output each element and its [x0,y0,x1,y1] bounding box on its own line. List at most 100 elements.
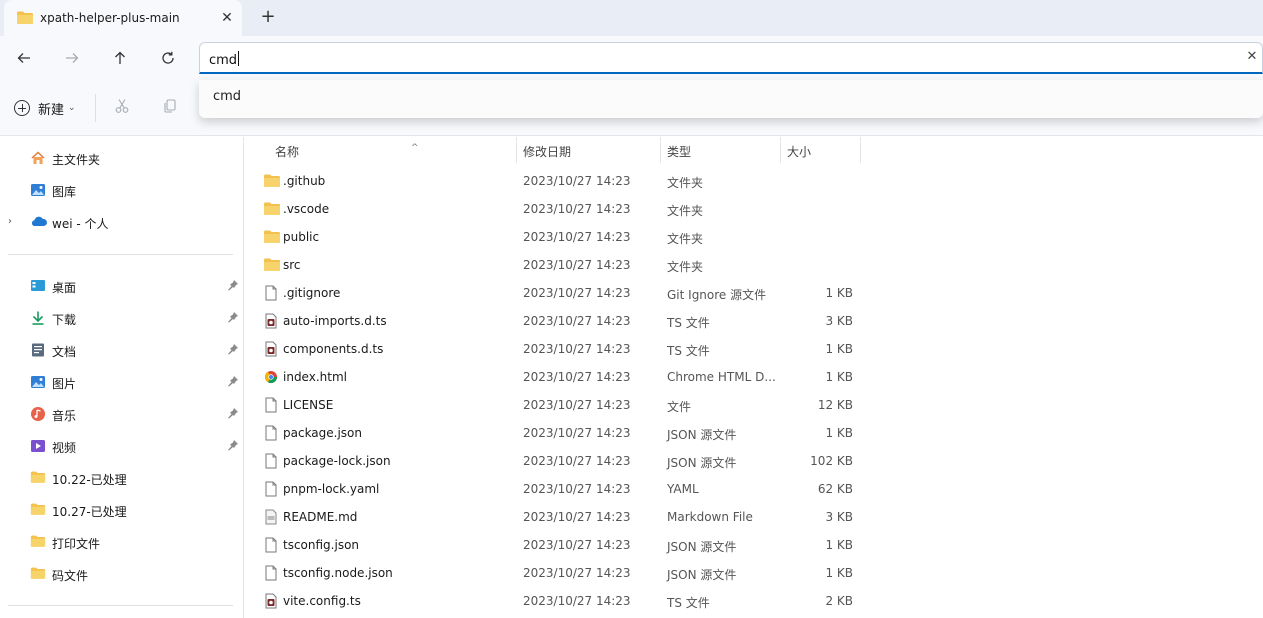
sidebar-item-label: 图片 [52,377,77,391]
file-type: 文件夹 [667,232,704,246]
sidebar-item-gallery[interactable]: 图库 [0,176,243,204]
file-name: .gitignore [283,286,341,300]
file-icon [263,453,279,469]
file-type: YAML [667,482,699,496]
file-row[interactable]: package-lock.json 2023/10/27 14:23 JSON 源文… [254,447,854,475]
sidebar-item-label: 主文件夹 [52,153,101,167]
column-header-type[interactable]: 类型 [660,137,780,163]
sidebar-item-print-files[interactable]: 打印文件 [0,528,243,556]
toolbar-divider [95,94,96,122]
file-icon [263,537,279,553]
sidebar-item-videos[interactable]: 视频 [0,432,243,460]
file-row[interactable]: LICENSE 2023/10/27 14:23 文件 12 KB [254,391,854,419]
new-button[interactable]: 新建 ⌄ [14,96,76,120]
refresh-button[interactable] [154,45,182,71]
file-name: index.html [283,370,347,384]
file-row[interactable]: index.html 2023/10/27 14:23 Chrome HTML D.… [254,363,854,391]
tab-title: xpath-helper-plus-main [40,11,180,25]
navigation-pane: 主文件夹 图库 › wei - 个人 桌面 下载 文档 图片 音乐 视频 10.… [0,137,244,618]
file-row[interactable]: components.d.ts 2023/10/27 14:23 TS 文件 1 KB [254,335,854,363]
file-size: 1 KB [825,286,853,300]
file-row[interactable]: auto-imports.d.ts 2023/10/27 14:23 TS 文件 3 … [254,307,854,335]
sidebar-item-label: wei - 个人 [52,217,109,231]
plus-circle-icon [14,100,30,116]
file-row[interactable]: pnpm-lock.yaml 2023/10/27 14:23 YAML 62 KB [254,475,854,503]
address-suggestions: cmd [199,80,1263,118]
new-tab-button[interactable]: + [258,7,278,27]
file-row[interactable]: .github 2023/10/27 14:23 文件夹 [254,167,854,195]
file-date: 2023/10/27 14:23 [523,454,631,468]
file-size: 3 KB [825,510,853,524]
sidebar-item-documents[interactable]: 文档 [0,336,243,364]
sidebar-item-home[interactable]: 主文件夹 [0,144,243,172]
sidebar-item-desktop[interactable]: 桌面 [0,272,243,300]
sidebar-item-onedrive[interactable]: › wei - 个人 [0,208,243,236]
copy-icon[interactable] [160,98,180,118]
sidebar-item-label: 打印文件 [52,537,101,551]
sidebar-item-folder-1022[interactable]: 10.22-已处理 [0,464,243,492]
address-input[interactable]: cmd [209,51,240,68]
sidebar-item-downloads[interactable]: 下载 [0,304,243,332]
file-type: TS 文件 [667,316,710,330]
pin-icon[interactable] [227,407,239,419]
file-icon [263,285,279,301]
pin-icon[interactable] [227,375,239,387]
sidebar-item-music[interactable]: 音乐 [0,400,243,428]
file-row[interactable]: src 2023/10/27 14:23 文件夹 [254,251,854,279]
pin-icon[interactable] [227,343,239,355]
file-name: src [283,258,301,272]
file-row[interactable]: vite.config.ts 2023/10/27 14:23 TS 文件 2 KB [254,587,854,615]
file-row[interactable]: package.json 2023/10/27 14:23 JSON 源文件 1 KB [254,419,854,447]
file-date: 2023/10/27 14:23 [523,594,631,608]
file-row[interactable]: tsconfig.json 2023/10/27 14:23 JSON 源文件 1 K… [254,531,854,559]
file-type: Markdown File [667,510,753,524]
pictures-icon [30,374,46,390]
sidebar-item-code-files[interactable]: 码文件 [0,560,243,588]
file-type: 文件夹 [667,204,704,218]
sidebar-item-folder-1027[interactable]: 10.27-已处理 [0,496,243,524]
folder-icon [16,10,34,28]
file-size: 3 KB [825,314,853,328]
close-tab-icon[interactable]: ✕ [218,9,236,27]
file-icon [263,481,279,497]
clear-address-icon[interactable]: ✕ [1244,49,1260,65]
up-button[interactable] [106,45,134,71]
file-type: Chrome HTML D... [667,370,776,384]
suggestion-item[interactable]: cmd [213,89,241,104]
column-header-date[interactable]: 修改日期 [516,137,660,163]
file-row[interactable]: public 2023/10/27 14:23 文件夹 [254,223,854,251]
file-type: 文件 [667,400,692,414]
sidebar-item-label: 视频 [52,441,77,455]
file-name: public [283,230,320,244]
file-row[interactable]: tsconfig.node.json 2023/10/27 14:23 JSON 源… [254,559,854,587]
file-type: JSON 源文件 [667,428,737,442]
sidebar-item-label: 图库 [52,185,77,199]
navigation-bar: cmd ✕ [0,36,1263,80]
sidebar-item-pictures[interactable]: 图片 [0,368,243,396]
column-divider[interactable] [860,137,861,163]
refresh-icon [162,51,174,64]
file-row[interactable]: .gitignore 2023/10/27 14:23 Git Ignore 源文件… [254,279,854,307]
pin-icon[interactable] [227,439,239,451]
address-bar[interactable]: cmd ✕ [199,42,1263,74]
file-row[interactable]: README.md 2023/10/27 14:23 Markdown File 3 … [254,503,854,531]
file-name: vite.config.ts [283,594,361,608]
column-header-name[interactable]: ^ 名称 [268,137,516,163]
column-header-size[interactable]: 大小 [780,137,860,163]
tab-xpath-helper[interactable]: xpath-helper-plus-main ✕ [4,0,242,36]
forward-button[interactable] [58,45,86,71]
folder-icon [30,534,46,550]
file-size: 1 KB [825,342,853,356]
pin-icon[interactable] [227,279,239,291]
text-caret [238,51,240,66]
file-date: 2023/10/27 14:23 [523,258,631,272]
cut-icon[interactable] [112,98,132,118]
file-size: 1 KB [825,538,853,552]
back-button[interactable] [10,45,38,71]
expand-chevron-icon[interactable]: › [8,216,12,227]
folder-icon [263,257,280,273]
file-size: 2 KB [825,594,853,608]
file-type: JSON 源文件 [667,456,737,470]
pin-icon[interactable] [227,311,239,323]
file-row[interactable]: .vscode 2023/10/27 14:23 文件夹 [254,195,854,223]
